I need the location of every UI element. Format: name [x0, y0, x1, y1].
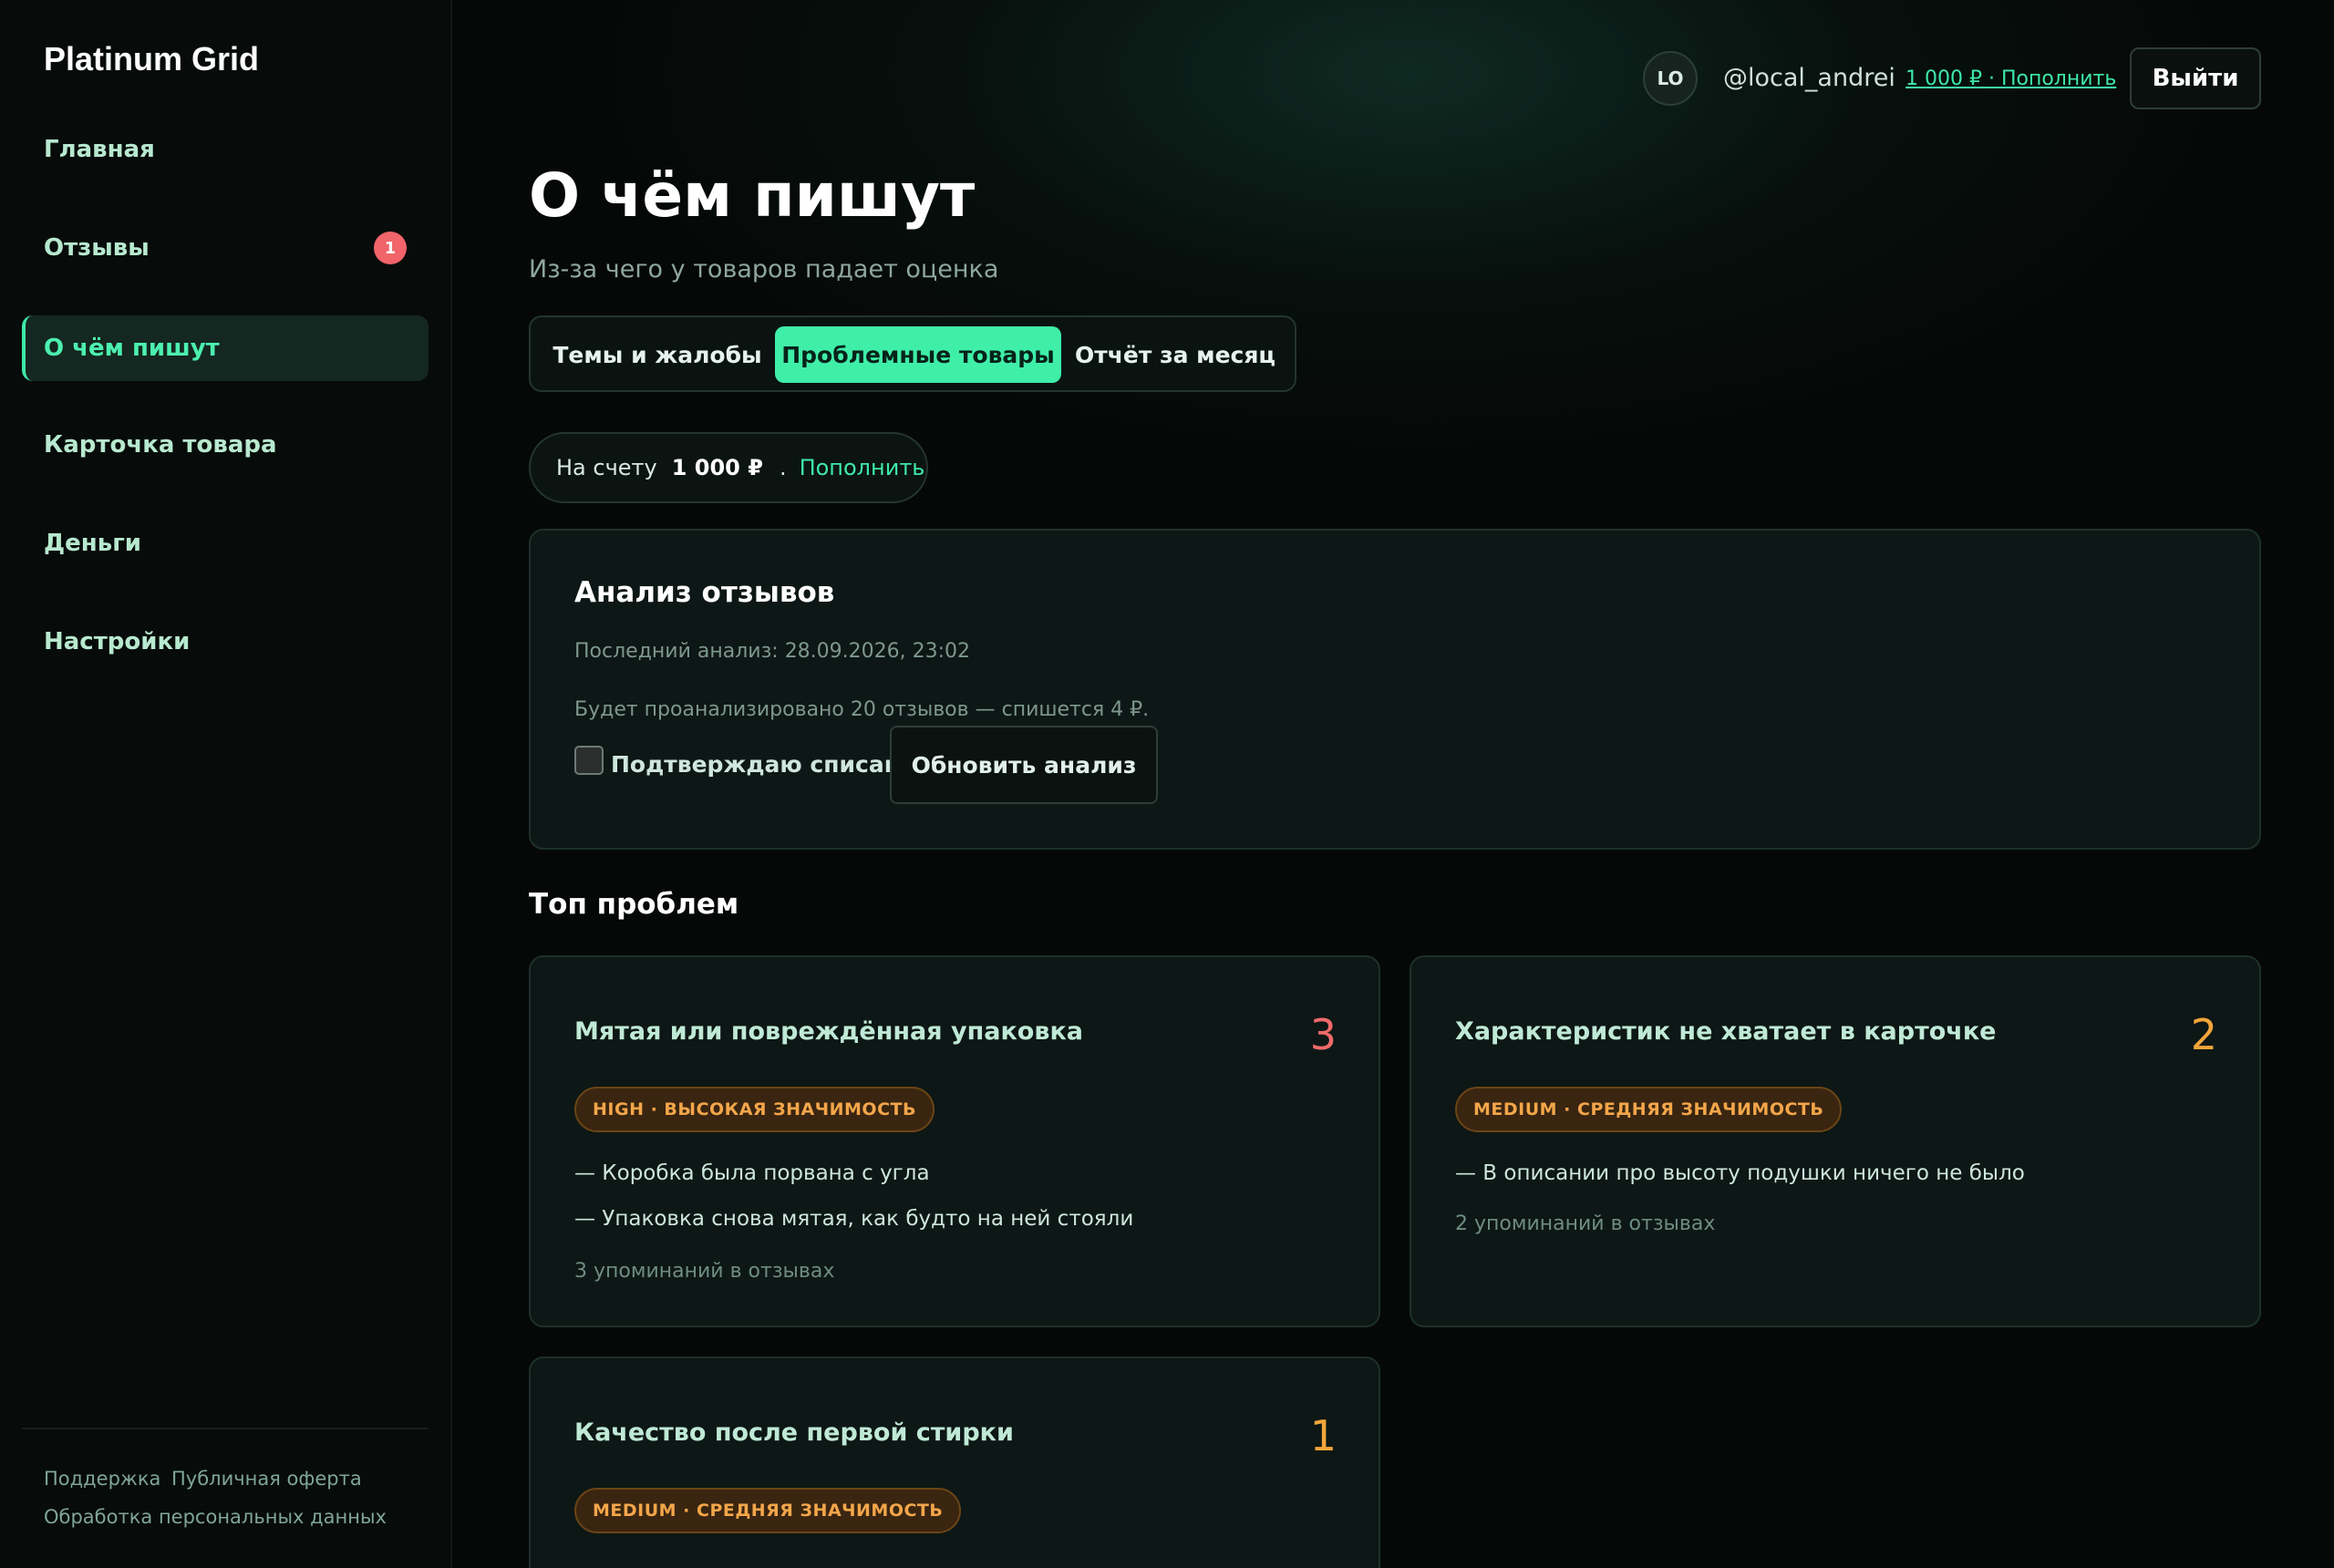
- severity-badge: HIGH · ВЫСОКАЯ ЗНАЧИМОСТЬ: [574, 1087, 935, 1132]
- nav-item-product-card[interactable]: Карточка товара: [22, 412, 429, 478]
- nav-item-settings[interactable]: Настройки: [22, 609, 429, 675]
- problem-count: 3: [1309, 1010, 1337, 1059]
- last-analysis-text: Последний анализ: 28.09.2026, 23:02: [574, 640, 971, 663]
- balance-topup-link[interactable]: 1 000 ₽ · Пополнить: [1905, 67, 2116, 90]
- top-problems-title: Топ проблем: [529, 888, 739, 921]
- analysis-title: Анализ отзывов: [574, 576, 835, 609]
- mentions-count: 3 упоминаний в отзывах: [574, 1260, 835, 1283]
- mentions-count: 2 упоминаний в отзывах: [1455, 1212, 1716, 1235]
- brand-logo[interactable]: Platinum Grid: [44, 40, 259, 78]
- problem-card[interactable]: Качество после первой стирки 1 MEDIUM · …: [529, 1357, 1380, 1568]
- review-quote: — Упаковка снова мятая, как будто на ней…: [574, 1207, 1134, 1231]
- review-quote: — В описании про высоту подушки ничего н…: [1455, 1161, 2025, 1185]
- nav-item-reviews[interactable]: Отзывы 1: [22, 215, 429, 281]
- severity-badge: MEDIUM · СРЕДНЯЯ ЗНАЧИМОСТЬ: [574, 1488, 962, 1533]
- privacy-link[interactable]: Обработка персональных данных: [44, 1506, 387, 1528]
- severity-badge: MEDIUM · СРЕДНЯЯ ЗНАЧИМОСТЬ: [1455, 1087, 1843, 1132]
- public-offer-link[interactable]: Публичная оферта: [171, 1468, 362, 1490]
- problem-count: 1: [1309, 1411, 1337, 1460]
- review-quote: — Коробка была порвана с угла: [574, 1161, 930, 1185]
- nav-item-label: Карточка товара: [44, 431, 277, 459]
- problem-title: Качество после первой стирки: [574, 1418, 1014, 1447]
- page-title: О чём пишут: [529, 160, 976, 231]
- confirm-charge-label[interactable]: Подтверждаю списание: [611, 751, 931, 778]
- page-subtitle: Из-за чего у товаров падает оценка: [529, 255, 999, 284]
- analysis-cost-text: Будет проанализировано 20 отзывов — спиш…: [574, 698, 1150, 721]
- avatar[interactable]: LO: [1643, 51, 1698, 106]
- nav-item-label: Настройки: [44, 628, 191, 655]
- problem-title: Мятая или повреждённая упаковка: [574, 1017, 1083, 1046]
- refresh-analysis-button[interactable]: Обновить анализ: [890, 726, 1158, 804]
- balance-label: На счету: [556, 455, 657, 480]
- tab-monthly-report[interactable]: Отчёт за месяц: [1061, 326, 1289, 383]
- nav-item-home[interactable]: Главная: [22, 117, 429, 182]
- problem-card[interactable]: Характеристик не хватает в карточке 2 ME…: [1410, 955, 2261, 1327]
- analysis-card: Анализ отзывов Последний анализ: 28.09.2…: [529, 529, 2261, 850]
- notification-badge: 1: [374, 232, 407, 264]
- nav-item-label: О чём пишут: [44, 335, 220, 362]
- confirm-charge-checkbox[interactable]: [574, 746, 604, 775]
- tab-bar: Темы и жалобы Проблемные товары Отчёт за…: [529, 315, 1296, 392]
- balance-pill: На счету 1 000 ₽ . Пополнить: [529, 432, 928, 503]
- nav-item-label: Деньги: [44, 530, 141, 557]
- nav-item-label: Отзывы: [44, 234, 150, 262]
- logout-button[interactable]: Выйти: [2130, 47, 2261, 109]
- nav-item-label: Главная: [44, 136, 155, 163]
- tab-topics-complaints[interactable]: Темы и жалобы: [540, 326, 775, 383]
- problem-count: 2: [2190, 1010, 2217, 1059]
- balance-separator: .: [779, 455, 787, 480]
- problem-title: Характеристик не хватает в карточке: [1455, 1017, 1997, 1046]
- nav-item-topics[interactable]: О чём пишут: [22, 315, 429, 381]
- support-link[interactable]: Поддержка: [44, 1468, 160, 1490]
- topup-link[interactable]: Пополнить: [800, 455, 925, 480]
- nav-item-money[interactable]: Деньги: [22, 511, 429, 576]
- problem-card[interactable]: Мятая или повреждённая упаковка 3 HIGH ·…: [529, 955, 1380, 1327]
- balance-amount: 1 000 ₽: [671, 455, 763, 480]
- sidebar-divider: [22, 1428, 429, 1429]
- tab-problem-products[interactable]: Проблемные товары: [775, 326, 1061, 383]
- username: @local_andrei: [1723, 64, 1895, 92]
- sidebar: Platinum Grid Главная Отзывы 1 О чём пиш…: [0, 0, 452, 1568]
